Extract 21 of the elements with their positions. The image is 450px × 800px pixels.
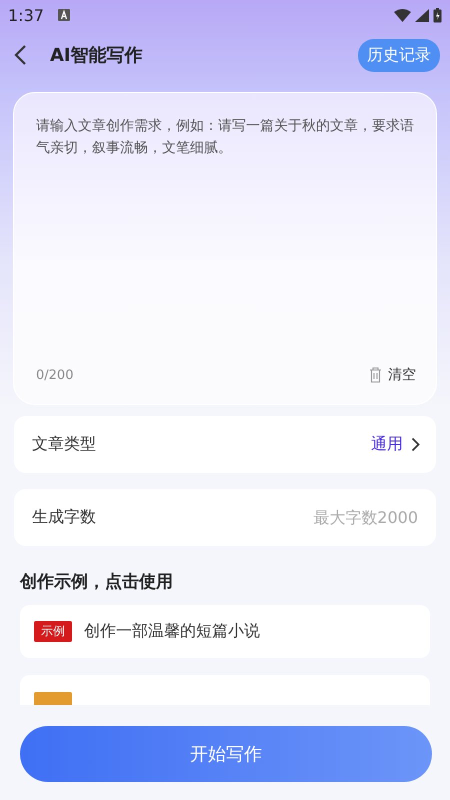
setting-value: 通用 [371,434,403,455]
signal-icon [415,8,429,22]
wifi-icon [394,8,411,22]
example-tag: 示例 [34,621,72,642]
example-text: 创作一部温馨的短篇小说 [84,621,260,642]
example-item[interactable]: 示例 创作一部温馨的短篇小说 [20,605,430,658]
start-writing-button[interactable]: 开始写作 [20,726,432,782]
chevron-right-icon [411,437,420,452]
notification-icon [58,9,70,21]
clear-button[interactable]: 清空 [369,366,416,384]
setting-label: 文章类型 [32,434,97,455]
trash-icon [369,367,382,383]
battery-icon [433,8,442,22]
prompt-field[interactable]: 请输入文章创作需求，例如：请写一篇关于秋的文章，要求语气亲切，叙事流畅，文笔细腻。 0/200 清空 [13,92,437,405]
word-count-input[interactable]: 最大字数2000 [256,507,420,528]
setting-label: 生成字数 [32,507,97,528]
status-time: 1:37 [8,6,44,24]
page-title: AI智能写作 [50,44,144,67]
article-type-row[interactable]: 文章类型 通用 [14,416,436,473]
section-title: 创作示例，点击使用 [20,571,174,593]
character-counter: 0/200 [36,368,74,382]
